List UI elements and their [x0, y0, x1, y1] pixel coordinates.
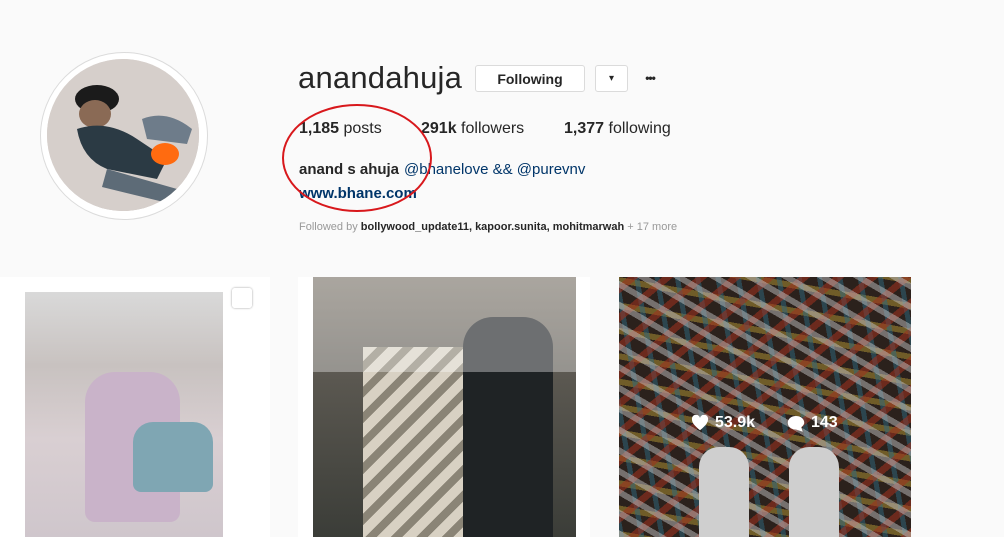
suggestions-dropdown-button[interactable]: ▾ [595, 65, 628, 92]
post-thumbnail-2[interactable] [298, 277, 590, 537]
post-3-shoe-left [699, 447, 749, 537]
following-stat[interactable]: 1,377 following [564, 120, 671, 138]
profile-full-name: anand s ahuja [299, 161, 400, 178]
followers-stat[interactable]: 291k followers [421, 120, 524, 138]
more-options-button[interactable]: ••• [640, 68, 660, 88]
post-3-shoe-right [789, 447, 839, 537]
followed-by-prefix: Followed by [299, 221, 358, 233]
post-thumbnail-3[interactable]: 53.9k 143 [619, 277, 911, 537]
avatar[interactable] [47, 59, 199, 211]
posts-stat: 1,185 posts [299, 120, 382, 138]
profile-website-link[interactable]: www.bhane.com [299, 185, 417, 202]
post-3-likes: 53.9k [691, 414, 755, 432]
comments-count: 143 [811, 414, 838, 431]
following-button[interactable]: Following [475, 65, 585, 92]
followed-by-more[interactable]: + 17 more [627, 221, 677, 233]
following-label: following [608, 120, 671, 137]
ellipsis-icon: ••• [645, 71, 656, 85]
post-3-comments: 143 [787, 414, 838, 432]
heart-icon [691, 415, 709, 431]
post-image-1 [25, 292, 223, 537]
post-1-chair [133, 422, 213, 492]
post-2-dress [363, 347, 463, 537]
posts-count: 1,185 [299, 120, 340, 137]
followed-by[interactable]: Followed by bollywood_update11, kapoor.s… [299, 221, 677, 233]
post-3-hover-overlay [619, 277, 911, 537]
followed-by-names[interactable]: bollywood_update11, kapoor.sunita, mohit… [361, 221, 624, 233]
posts-label: posts [343, 120, 382, 137]
following-count: 1,377 [564, 120, 605, 137]
followers-count: 291k [421, 120, 457, 137]
multiple-images-icon [232, 288, 252, 308]
comment-icon [787, 415, 805, 432]
post-2-hover-overlay [298, 277, 590, 372]
chevron-down-icon: ▾ [608, 73, 615, 84]
profile-username: anandahuja [298, 60, 463, 95]
post-thumbnail-1[interactable] [0, 277, 270, 537]
avatar-photo [47, 59, 199, 211]
followers-label: followers [461, 120, 525, 137]
likes-count: 53.9k [715, 414, 756, 431]
bio-mentions[interactable]: @bhanelove && @purevnv [404, 161, 585, 178]
